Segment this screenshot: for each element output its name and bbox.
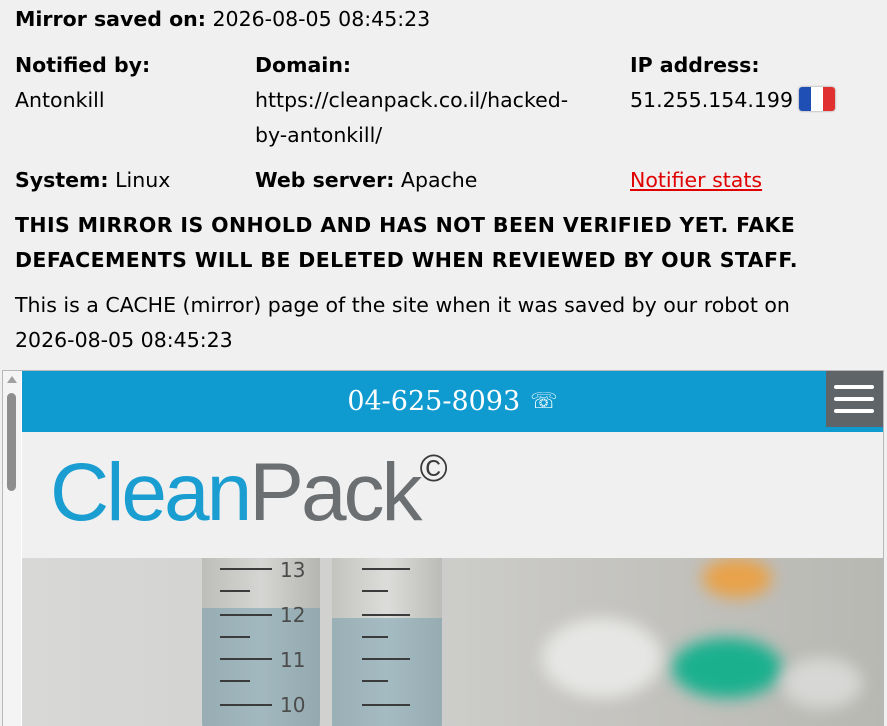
- logo-pack-text: Pack: [249, 447, 422, 538]
- domain-value-line1: https://cleanpack.co.il/hacked-: [255, 88, 569, 112]
- cleanpack-logo[interactable]: CleanPack©: [50, 450, 448, 534]
- notifier-stats-link[interactable]: Notifier stats: [630, 168, 762, 192]
- system-value: Linux: [115, 168, 171, 192]
- france-flag-icon: [799, 87, 836, 111]
- tube-scale-12: 12: [280, 603, 306, 627]
- site-phone-number[interactable]: 04-625-8093: [347, 386, 520, 417]
- warning-line-2: DEFACEMENTS WILL BE DELETED WHEN REVIEWE…: [15, 248, 798, 272]
- mirror-saved-value: 2026-08-05 08:45:23: [212, 7, 431, 31]
- system-label: System:: [15, 168, 109, 192]
- hamburger-menu-button[interactable]: [826, 371, 883, 427]
- logo-clean-text: Clean: [50, 447, 252, 538]
- ip-address-row: 51.255.154.199: [630, 83, 836, 118]
- scrollbar-thumb[interactable]: [7, 393, 16, 491]
- mirror-iframe[interactable]: 04-625-8093 ☏ CleanPack© 13 12 11 10: [2, 370, 884, 726]
- tube-scale-10: 10: [280, 693, 306, 717]
- test-tube-right: [332, 558, 442, 726]
- hero-image: 13 12 11 10: [22, 558, 883, 726]
- web-server-value: Apache: [400, 168, 478, 192]
- cache-note-line-1: This is a CACHE (mirror) page of the sit…: [15, 293, 790, 317]
- domain-label: Domain:: [255, 53, 352, 77]
- phone-icon: ☏: [530, 389, 558, 414]
- test-tube-left: 13 12 11 10: [202, 558, 320, 726]
- site-top-bar: 04-625-8093 ☏: [22, 371, 883, 432]
- vertical-scrollbar[interactable]: [3, 371, 21, 726]
- notified-by-value: Antonkill: [15, 88, 105, 112]
- warning-line-1: THIS MIRROR IS ONHOLD AND HAS NOT BEEN V…: [15, 213, 796, 237]
- ip-address-value: 51.255.154.199: [630, 88, 794, 112]
- ip-address-label: IP address:: [630, 53, 760, 77]
- site-header: CleanPack©: [22, 432, 883, 558]
- cache-note-line-2: 2026-08-05 08:45:23: [15, 328, 233, 352]
- web-server-row: Web server: Apache: [255, 163, 477, 198]
- logo-copyright-mark: ©: [419, 448, 448, 490]
- notified-by-label: Notified by:: [15, 53, 151, 77]
- tube-scale-11: 11: [280, 648, 306, 672]
- tube-scale-13: 13: [280, 558, 306, 582]
- scroll-up-arrow-icon[interactable]: [7, 376, 17, 383]
- web-server-label: Web server:: [255, 168, 395, 192]
- system-row: System: Linux: [15, 163, 170, 198]
- domain-value-line2: by-antonkill/: [255, 123, 383, 147]
- mirror-saved-row: Mirror saved on: 2026-08-05 08:45:23: [15, 2, 430, 37]
- mirrored-site: 04-625-8093 ☏ CleanPack© 13 12 11 10: [22, 371, 883, 726]
- mirror-saved-label: Mirror saved on:: [15, 7, 206, 31]
